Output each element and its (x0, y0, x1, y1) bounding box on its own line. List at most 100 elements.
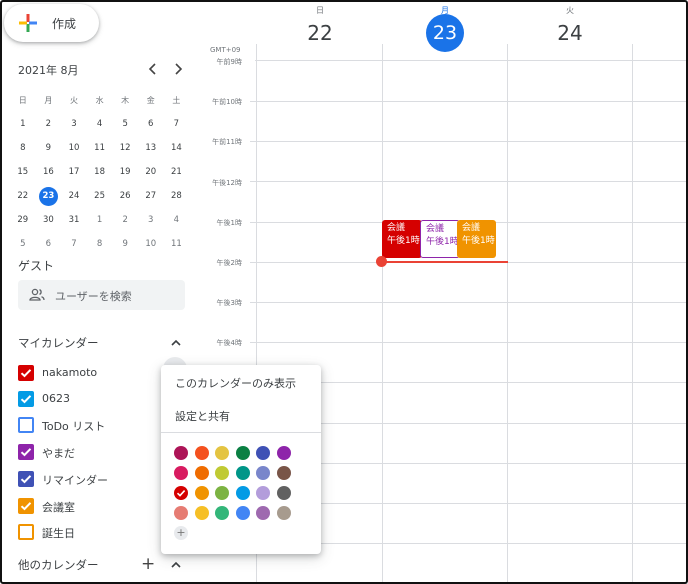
calendar-item[interactable]: 会議室 (18, 495, 168, 517)
color-swatch[interactable] (276, 466, 291, 480)
mini-day[interactable]: 4 (87, 112, 113, 136)
calendar-event[interactable]: 会議 午後1時 (420, 220, 460, 258)
mini-day[interactable]: 8 (87, 232, 113, 256)
mini-day[interactable]: 13 (138, 136, 164, 160)
color-swatch[interactable] (174, 466, 188, 480)
color-swatch[interactable] (215, 486, 230, 500)
mini-day[interactable]: 1 (10, 112, 36, 136)
current-time-line (382, 261, 508, 263)
mini-day[interactable]: 5 (10, 232, 36, 256)
mini-day[interactable]: 17 (61, 160, 87, 184)
mini-day[interactable]: 12 (112, 136, 138, 160)
day-header-sun[interactable]: 日 22 (258, 0, 382, 45)
color-swatch[interactable] (215, 466, 230, 480)
mini-day[interactable]: 24 (61, 184, 87, 208)
mini-day[interactable]: 7 (61, 232, 87, 256)
mini-next-month-button[interactable] (170, 61, 186, 77)
calendar-checkbox[interactable] (18, 391, 34, 407)
mini-day[interactable]: 11 (164, 232, 190, 256)
color-swatch[interactable] (215, 446, 230, 460)
mini-day[interactable]: 14 (164, 136, 190, 160)
day-number: 24 (557, 21, 583, 45)
color-swatch[interactable] (194, 506, 209, 520)
mini-day[interactable]: 10 (61, 136, 87, 160)
mini-day[interactable]: 3 (61, 112, 87, 136)
color-swatch[interactable] (235, 466, 250, 480)
create-button[interactable]: 作成 (4, 4, 99, 42)
mini-day[interactable]: 1 (87, 208, 113, 232)
mini-day[interactable]: 10 (138, 232, 164, 256)
mini-day[interactable]: 19 (112, 160, 138, 184)
calendar-name: ToDo リスト (42, 420, 106, 433)
calendar-checkbox[interactable] (18, 498, 34, 514)
mini-day[interactable]: 26 (112, 184, 138, 208)
color-swatch[interactable] (235, 486, 250, 500)
calendar-item[interactable]: nakamoto (18, 362, 168, 384)
day-of-week: 火 (566, 6, 574, 15)
settings-and-sharing-item[interactable]: 設定と共有 (175, 408, 230, 424)
calendar-item[interactable]: 誕生日 (18, 521, 168, 543)
color-swatch[interactable] (276, 446, 291, 460)
mini-day[interactable]: 21 (164, 160, 190, 184)
calendar-checkbox[interactable] (18, 471, 34, 487)
mini-day[interactable]: 31 (61, 208, 87, 232)
mini-day[interactable]: 7 (164, 112, 190, 136)
mini-day[interactable]: 22 (10, 184, 36, 208)
color-swatch[interactable] (256, 486, 271, 500)
mini-day[interactable]: 4 (164, 208, 190, 232)
chevron-up-icon[interactable] (170, 337, 182, 349)
mini-day[interactable]: 18 (87, 160, 113, 184)
day-header-tue[interactable]: 火 24 (508, 0, 632, 45)
calendar-checkbox[interactable] (18, 444, 34, 460)
mini-day[interactable]: 5 (112, 112, 138, 136)
mini-day[interactable]: 8 (10, 136, 36, 160)
mini-day[interactable]: 25 (87, 184, 113, 208)
mini-day[interactable]: 6 (36, 232, 62, 256)
mini-day[interactable]: 29 (10, 208, 36, 232)
mini-day[interactable]: 3 (138, 208, 164, 232)
show-only-this-calendar-item[interactable]: このカレンダーのみ表示 (175, 375, 296, 391)
mini-day[interactable]: 2 (112, 208, 138, 232)
mini-day[interactable]: 30 (36, 208, 62, 232)
mini-prev-month-button[interactable] (145, 61, 161, 77)
color-swatch[interactable] (235, 506, 250, 520)
color-swatch[interactable] (174, 506, 188, 520)
add-custom-color-button[interactable]: + (174, 526, 188, 540)
calendar-event[interactable]: 会議 午後1時 (457, 220, 496, 258)
search-users-input[interactable]: ユーザーを検索 (18, 280, 185, 310)
color-swatch[interactable] (256, 506, 271, 520)
color-swatch[interactable] (215, 506, 230, 520)
color-swatch[interactable] (194, 466, 209, 480)
calendar-item[interactable]: ToDo リスト (18, 414, 168, 436)
mini-day[interactable]: 6 (138, 112, 164, 136)
color-swatch[interactable] (276, 486, 291, 500)
mini-day-today[interactable]: 23 (36, 184, 62, 208)
mini-day[interactable]: 28 (164, 184, 190, 208)
calendar-checkbox[interactable] (18, 417, 34, 433)
color-swatch[interactable] (235, 446, 250, 460)
calendar-checkbox[interactable] (18, 524, 34, 540)
calendar-item[interactable]: やまだ (18, 441, 168, 463)
calendar-item[interactable]: 0623 (18, 388, 168, 410)
color-swatch[interactable] (194, 446, 209, 460)
chevron-up-icon[interactable] (170, 559, 182, 571)
calendar-item[interactable]: リマインダー (18, 468, 168, 490)
mini-day[interactable]: 16 (36, 160, 62, 184)
color-swatch[interactable] (174, 486, 188, 500)
mini-day[interactable]: 20 (138, 160, 164, 184)
add-other-calendar-button[interactable]: + (141, 556, 155, 573)
color-swatch[interactable] (194, 486, 209, 500)
mini-day[interactable]: 9 (112, 232, 138, 256)
color-swatch[interactable] (256, 466, 271, 480)
mini-day[interactable]: 11 (87, 136, 113, 160)
calendar-checkbox[interactable] (18, 365, 34, 381)
mini-day[interactable]: 15 (10, 160, 36, 184)
mini-day[interactable]: 27 (138, 184, 164, 208)
color-swatch[interactable] (276, 506, 291, 520)
calendar-event[interactable]: 会議 午後1時 (382, 220, 422, 258)
color-swatch[interactable] (174, 446, 188, 460)
mini-day[interactable]: 2 (36, 112, 62, 136)
color-swatch[interactable] (256, 446, 271, 460)
mini-day[interactable]: 9 (36, 136, 62, 160)
day-header-mon[interactable]: 月 23 (383, 0, 507, 52)
